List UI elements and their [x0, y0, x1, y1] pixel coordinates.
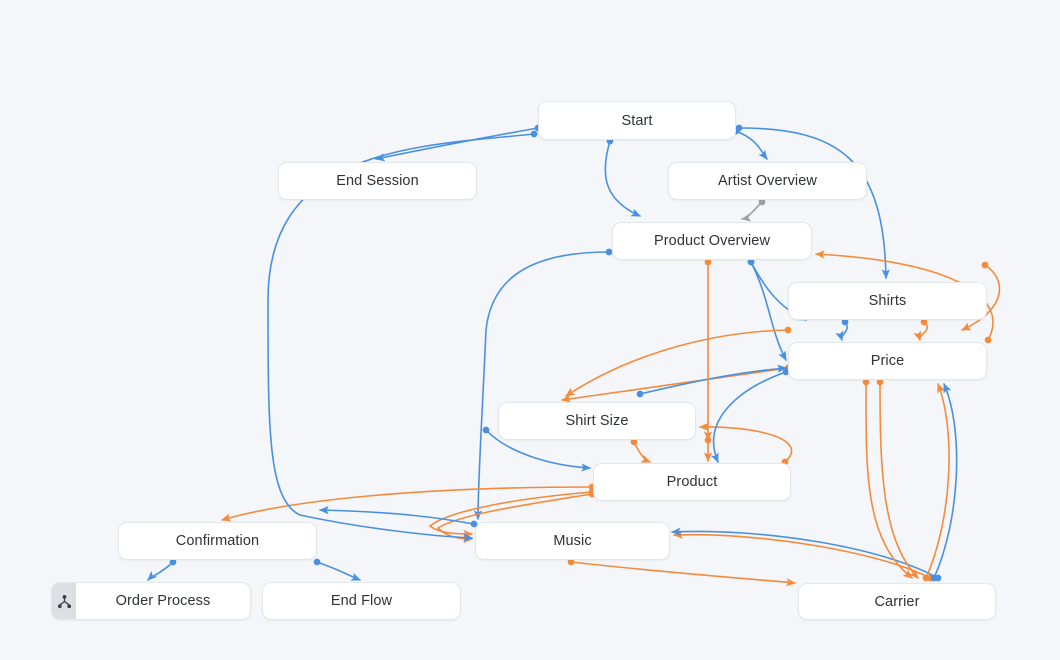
edge[interactable]: [571, 562, 795, 583]
node-label: End Session: [279, 173, 476, 189]
node-label: Carrier: [799, 594, 995, 610]
edge[interactable]: [672, 531, 938, 578]
node-label: Artist Overview: [669, 173, 866, 189]
node-label: Product Overview: [613, 233, 811, 249]
node-end-session[interactable]: End Session: [278, 162, 477, 200]
edge[interactable]: [920, 322, 927, 340]
flow-canvas[interactable]: Start End Session Artist Overview Product O…: [0, 0, 1060, 660]
node-label: Product: [594, 474, 790, 490]
node-label: Confirmation: [119, 533, 316, 549]
node-label: End Flow: [263, 593, 460, 609]
edge[interactable]: [320, 510, 474, 524]
edge[interactable]: [926, 384, 949, 578]
node-music[interactable]: Music: [475, 522, 670, 560]
edge[interactable]: [700, 427, 792, 462]
edge[interactable]: [317, 562, 360, 580]
edge[interactable]: [478, 252, 609, 519]
edge[interactable]: [736, 131, 767, 159]
node-confirmation[interactable]: Confirmation: [118, 522, 317, 560]
node-product[interactable]: Product: [593, 463, 791, 501]
edge[interactable]: [640, 368, 786, 394]
edge[interactable]: [674, 535, 930, 578]
edge[interactable]: [562, 368, 788, 400]
node-label: Shirt Size: [499, 413, 695, 429]
node-label: Shirts: [789, 293, 986, 309]
node-label: Start: [539, 113, 735, 129]
edge[interactable]: [714, 372, 786, 462]
node-start[interactable]: Start: [538, 101, 736, 140]
edge[interactable]: [842, 322, 847, 340]
edge[interactable]: [148, 562, 173, 580]
edge[interactable]: [376, 128, 538, 159]
node-shirts[interactable]: Shirts: [788, 282, 987, 320]
node-price[interactable]: Price: [788, 342, 987, 380]
node-carrier[interactable]: Carrier: [798, 583, 996, 620]
node-artist-overview[interactable]: Artist Overview: [668, 162, 867, 200]
edge[interactable]: [566, 330, 788, 396]
edge[interactable]: [634, 442, 650, 462]
node-end-flow[interactable]: End Flow: [262, 582, 461, 620]
edge[interactable]: [866, 382, 912, 578]
edge[interactable]: [605, 141, 640, 216]
node-shirt-size[interactable]: Shirt Size: [498, 402, 696, 440]
node-label: Price: [789, 353, 986, 369]
edge-layer: [0, 0, 1060, 660]
edge[interactable]: [751, 262, 786, 360]
hierarchy-icon: [52, 583, 76, 619]
edge[interactable]: [222, 487, 592, 520]
node-product-overview[interactable]: Product Overview: [612, 222, 812, 260]
node-label: Order Process: [52, 593, 250, 609]
edge[interactable]: [742, 202, 762, 219]
edge[interactable]: [880, 382, 918, 578]
node-order-process[interactable]: Order Process: [51, 582, 251, 620]
edge[interactable]: [934, 384, 957, 578]
node-label: Music: [476, 533, 669, 549]
